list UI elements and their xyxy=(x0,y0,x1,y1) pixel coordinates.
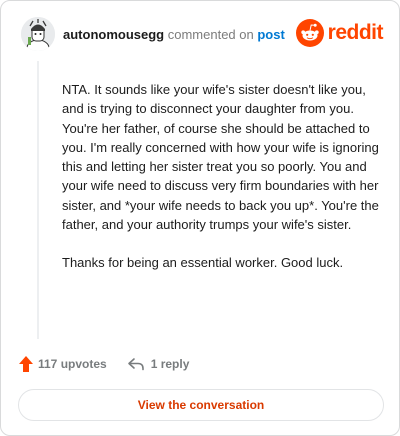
commented-on-text: commented on xyxy=(167,27,254,42)
reply-count: 1 reply xyxy=(150,357,190,371)
author-line: autonomousegg commented on post xyxy=(63,27,285,43)
post-link[interactable]: post xyxy=(257,27,284,42)
comment-header: autonomousegg commented on post reddit xyxy=(21,17,384,53)
comment-body: NTA. It sounds like your wife's sister d… xyxy=(62,80,382,292)
upvote-arrow-icon xyxy=(19,356,33,372)
user-avatar[interactable] xyxy=(21,17,55,51)
comment-actions: 117 upvotes 1 reply xyxy=(18,353,189,375)
reply-arrow-icon xyxy=(127,358,144,371)
upvote-button[interactable]: 117 upvotes xyxy=(18,355,107,373)
upvote-count: 117 upvotes xyxy=(38,357,107,371)
view-conversation-button[interactable]: View the conversation xyxy=(18,389,384,421)
comment-paragraph: Thanks for being an essential worker. Go… xyxy=(62,255,344,271)
reply-button[interactable]: 1 reply xyxy=(127,357,190,371)
embedded-comment-card: autonomousegg commented on post reddit N… xyxy=(0,0,400,436)
thread-line[interactable] xyxy=(37,61,39,339)
avatar-icon xyxy=(21,17,55,51)
username-link[interactable]: autonomousegg xyxy=(63,27,164,42)
comment-paragraph: NTA. It sounds like your wife's sister d… xyxy=(62,82,379,233)
reddit-logo[interactable]: reddit xyxy=(295,19,384,47)
reddit-wordmark: reddit xyxy=(327,21,384,44)
reddit-snoo-icon xyxy=(295,19,324,47)
